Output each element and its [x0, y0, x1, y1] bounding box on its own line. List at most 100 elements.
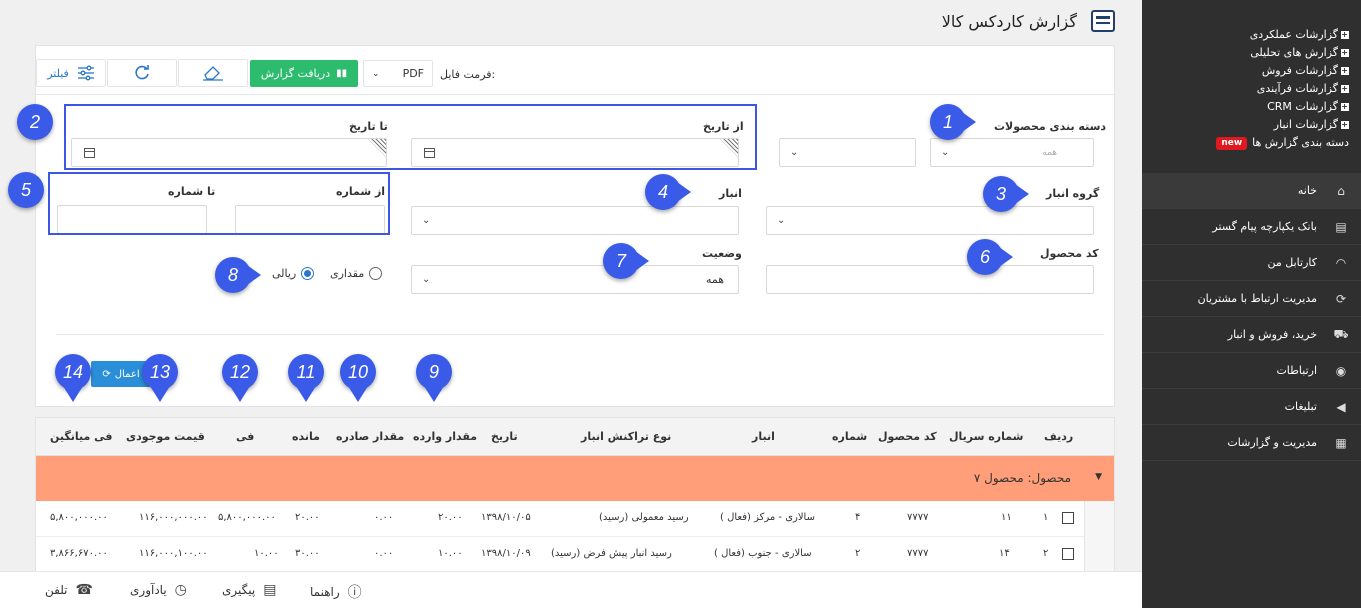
report-crm[interactable]: + گزارشات CRM: [1142, 98, 1361, 116]
category-label: دسته بندی محصولات: [994, 120, 1107, 133]
expand-icon: +: [1341, 48, 1349, 57]
followup-button[interactable]: ▤ پیگیری: [222, 582, 276, 598]
kardex-table: ردیف شماره سریال کد محصول شماره انبار نو…: [35, 417, 1115, 577]
status-label: وضعیت: [702, 247, 742, 260]
row-checkbox[interactable]: [1062, 512, 1074, 524]
nav-message-bank[interactable]: ▤ بانک یکپارچه پیام گستر: [1142, 209, 1361, 245]
reminder-button[interactable]: ◷ یادآوری: [130, 582, 187, 598]
refresh-icon: [135, 65, 149, 80]
subcategory-select[interactable]: ⌄: [779, 138, 916, 167]
report-categories[interactable]: دسته بندی گزارش ها new: [1142, 134, 1361, 152]
report-process[interactable]: + گزارشات فرآیندی: [1142, 80, 1361, 98]
table-row[interactable]: ۲ ۱۴ ۷۷۷۷ ۲ سالاری - جنوب (فعال ) رسید ا…: [36, 537, 1114, 573]
dashboard-icon: ◠: [1335, 255, 1347, 270]
sidebar: + گزارشات عملکردی + گزارش های تحلیلی + گزار…: [1142, 0, 1361, 608]
callout-1: 1: [930, 104, 976, 140]
col-transaction-type: نوع تراکنش انبار: [581, 430, 672, 443]
clear-button[interactable]: [178, 59, 248, 87]
report-icon: ▦: [1335, 435, 1347, 450]
bottom-toolbar: ⓘ راهنما ▤ پیگیری ◷ یادآوری ☎ تلفن: [0, 571, 1142, 608]
col-avg-price: فی میانگین: [50, 430, 113, 443]
divider: [56, 334, 1104, 335]
phone-button[interactable]: ☎ تلفن: [45, 582, 93, 598]
page-title: گزارش کاردکس کالا: [941, 11, 1077, 31]
warehouse-select[interactable]: ⌄: [411, 206, 739, 235]
col-unit-price: فی: [236, 430, 255, 443]
col-serial: شماره سریال: [949, 430, 1024, 443]
expand-icon: +: [1341, 102, 1349, 111]
callout-14: 14: [55, 354, 91, 402]
category-select[interactable]: ⌄ همه: [930, 138, 1094, 167]
table-row[interactable]: ۱ ۱۱ ۷۷۷۷ ۴ سالاری - مرکز (فعال ) رسید م…: [36, 501, 1114, 537]
nav-home[interactable]: ⌂ خانه: [1142, 173, 1361, 209]
refresh-button[interactable]: [107, 59, 177, 87]
page-header: گزارش کاردکس کالا: [942, 10, 1115, 32]
refresh-icon: ⟳: [102, 368, 111, 380]
megaphone-icon: ◀: [1336, 399, 1346, 414]
help-button[interactable]: ⓘ راهنما: [310, 582, 362, 602]
nav-management[interactable]: ▦ مدیریت و گزارشات: [1142, 425, 1361, 461]
number-range-highlight: [48, 172, 390, 235]
col-warehouse: انبار: [752, 430, 775, 443]
date-range-highlight: [64, 104, 757, 170]
radio-rial[interactable]: ریالی: [272, 267, 315, 280]
report-analytical[interactable]: + گزارش های تحلیلی: [1142, 44, 1361, 62]
expand-icon: +: [1341, 66, 1349, 75]
chevron-down-icon: ⌄: [422, 215, 431, 226]
divider: [36, 94, 1114, 95]
table-header: ردیف شماره سریال کد محصول شماره انبار نو…: [36, 418, 1114, 456]
col-remaining: مانده: [292, 430, 320, 443]
callout-12: 12: [222, 354, 258, 402]
filter-button[interactable]: فیلتر: [36, 59, 106, 87]
callout-10: 10: [340, 354, 376, 402]
database-icon: ▤: [1335, 219, 1347, 234]
warehouse-group-select[interactable]: ⌄: [766, 206, 1094, 235]
status-select[interactable]: ⌄ همه: [411, 265, 739, 294]
product-code-input[interactable]: [766, 265, 1094, 294]
col-row: ردیف: [1044, 430, 1074, 443]
expand-icon: +: [1341, 120, 1349, 129]
callout-7: 7: [603, 243, 649, 279]
report-warehouse[interactable]: + گزارشات انبار: [1142, 116, 1361, 134]
callout-5: 5: [8, 172, 44, 208]
main-nav: ⌂ خانه ▤ بانک یکپارچه پیام گستر ◠ کارتابل م…: [1142, 173, 1361, 461]
nav-communications[interactable]: ◉ ارتباطات: [1142, 353, 1361, 389]
nav-advertising[interactable]: ◀ تبلیغات: [1142, 389, 1361, 425]
new-badge: new: [1216, 136, 1248, 150]
callout-3: 3: [983, 176, 1029, 212]
col-qty-in: مقدار وارده: [413, 430, 478, 443]
chevron-down-icon: ⌄: [777, 215, 786, 226]
col-date: تاریخ: [491, 430, 518, 443]
radio-quantity[interactable]: مقداری: [330, 267, 383, 280]
cycle-icon: ⟳: [1335, 291, 1347, 306]
report-performance[interactable]: + گزارشات عملکردی: [1142, 26, 1361, 44]
expand-icon: +: [1341, 84, 1349, 93]
report-sales[interactable]: + گزارشات فروش: [1142, 62, 1361, 80]
warehouse-group-label: گروه انبار: [1046, 187, 1100, 200]
warehouse-label: انبار: [719, 187, 742, 200]
file-format-label: فرمت فایل:: [440, 68, 496, 81]
chevron-down-icon: ⌄: [422, 274, 431, 285]
nav-my-cartable[interactable]: ◠ کارتابل من: [1142, 245, 1361, 281]
product-code-label: کد محصول: [1040, 247, 1099, 260]
expand-icon: +: [1341, 30, 1349, 39]
group-row[interactable]: محصول: محصول ۷ ▼: [36, 456, 1114, 501]
callout-11: 11: [288, 354, 324, 402]
help-icon: ⓘ: [347, 585, 362, 601]
callout-13: 13: [142, 354, 178, 402]
callout-4: 4: [645, 174, 691, 210]
collapse-icon[interactable]: ▼: [1095, 472, 1102, 482]
chevron-down-icon: ⌄: [941, 147, 950, 158]
broadcast-icon: ◉: [1335, 363, 1347, 378]
col-number: شماره: [832, 430, 868, 443]
row-checkbox[interactable]: [1062, 548, 1074, 560]
nav-crm[interactable]: ⟳ مدیریت ارتباط با مشتریان: [1142, 281, 1361, 317]
sliders-icon: [77, 65, 94, 81]
nav-purchase-sales[interactable]: ⛟ خرید، فروش و انبار: [1142, 317, 1361, 353]
callout-9: 9: [416, 354, 452, 402]
file-format-select[interactable]: ⌄ PDF: [363, 60, 433, 87]
phone-icon: ☎: [75, 582, 93, 598]
chevron-down-icon: ⌄: [790, 147, 799, 158]
get-report-button[interactable]: دریافت گزارش ▮▮: [250, 60, 358, 87]
bar-chart-icon: ▮▮: [336, 68, 348, 79]
